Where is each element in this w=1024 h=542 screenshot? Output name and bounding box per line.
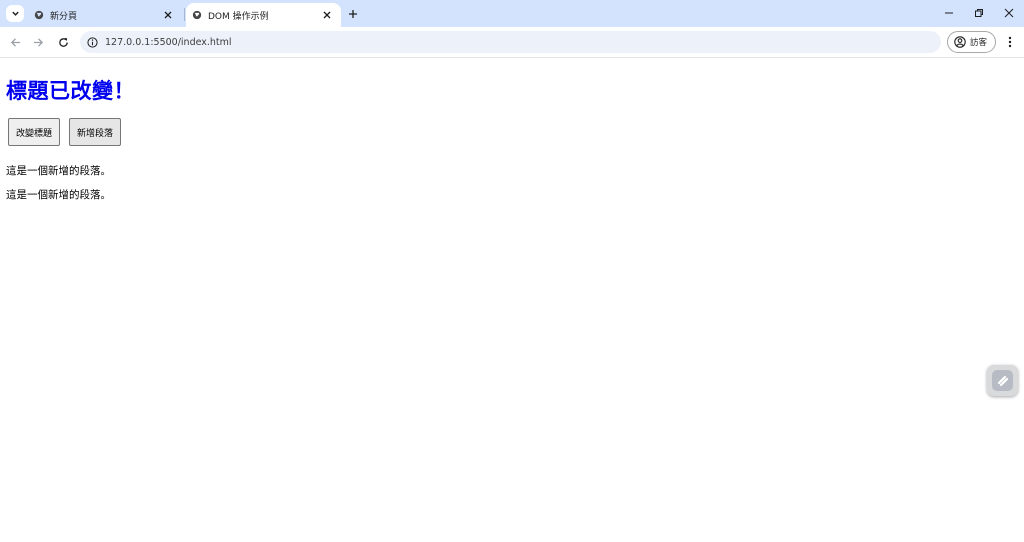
address-bar[interactable]: 127.0.0.1:5500/index.html: [80, 31, 941, 53]
tab-close-button[interactable]: [161, 8, 175, 22]
tab-dom-demo[interactable]: DOM 操作示例: [186, 3, 341, 27]
close-icon: [323, 11, 331, 19]
forward-button[interactable]: [30, 34, 46, 50]
globe-icon: [192, 10, 202, 20]
tab-divider: [184, 8, 185, 21]
tab-new-tab[interactable]: 新分頁: [28, 3, 182, 27]
restore-button[interactable]: [970, 4, 988, 22]
page-viewport: 標題已改變！ 改變標題 新增段落 這是一個新增的段落。 這是一個新增的段落。: [0, 59, 1024, 542]
url-text[interactable]: 127.0.0.1:5500/index.html: [105, 37, 232, 48]
forward-arrow-icon: [33, 37, 43, 47]
tab-strip: 新分頁 DOM 操作示例: [0, 0, 1024, 27]
add-paragraph-button[interactable]: 新增段落: [69, 118, 121, 146]
account-icon: [954, 36, 966, 48]
plus-icon: [349, 10, 357, 18]
more-vert-icon: [1008, 36, 1012, 48]
site-info-icon[interactable]: [87, 36, 98, 48]
profile-button[interactable]: 訪客: [947, 31, 996, 53]
change-title-button[interactable]: 改變標題: [8, 118, 60, 146]
extension-icon: [992, 370, 1013, 391]
tab-search-button[interactable]: [6, 5, 24, 22]
added-paragraph: 這是一個新增的段落。: [6, 165, 111, 177]
close-icon: [1004, 8, 1014, 18]
tab-close-button[interactable]: [320, 8, 334, 22]
new-tab-button[interactable]: [345, 6, 361, 22]
back-button[interactable]: [7, 34, 23, 50]
tab-title: 新分頁: [50, 11, 78, 22]
chevron-down-icon: [11, 11, 19, 16]
browser-toolbar: 127.0.0.1:5500/index.html 訪客: [0, 27, 1024, 58]
added-paragraph: 這是一個新增的段落。: [6, 189, 111, 201]
minimize-icon: [945, 12, 953, 14]
close-icon: [164, 11, 172, 19]
tab-title: DOM 操作示例: [208, 11, 269, 22]
minimize-button[interactable]: [940, 4, 958, 22]
profile-label: 訪客: [970, 38, 988, 48]
restore-icon: [975, 9, 983, 17]
close-window-button[interactable]: [1000, 4, 1018, 22]
back-arrow-icon: [10, 37, 20, 47]
page-heading: 標題已改變！: [6, 79, 135, 103]
extension-floating-button[interactable]: [987, 365, 1018, 396]
globe-icon: [34, 10, 44, 20]
reload-button[interactable]: [55, 34, 71, 50]
reload-icon: [58, 37, 68, 47]
browser-menu-button[interactable]: [1003, 34, 1017, 50]
